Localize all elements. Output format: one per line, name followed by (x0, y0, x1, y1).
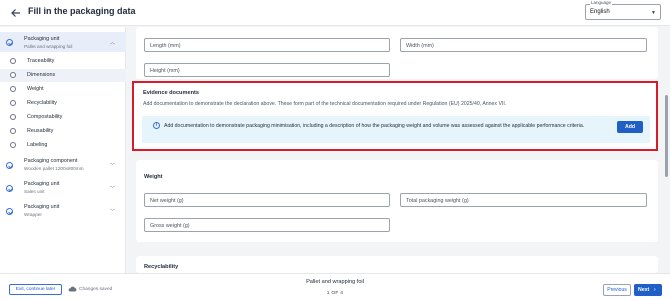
sidebar-group-subtitle: Wrapper (24, 212, 42, 217)
length-field[interactable]: Length (mm) (144, 38, 390, 52)
sidebar-item-label: Compostability (27, 114, 63, 120)
width-field[interactable]: Width (mm) (400, 38, 647, 52)
page-title: Fill in the packaging data (28, 6, 136, 16)
radio-icon (10, 86, 16, 92)
sidebar-item-label: Weight (27, 86, 44, 92)
sidebar-item-compostability[interactable]: Compostability (0, 111, 126, 124)
net-weight-label: Net weight (g) (150, 197, 184, 204)
evidence-info-text: Add documentation to demonstrate packagi… (164, 122, 585, 129)
net-weight-field[interactable]: Net weight (g) (144, 193, 390, 207)
main-scrollbar[interactable] (664, 27, 669, 273)
chevron-right-icon: › (654, 287, 656, 293)
sidebar-group-packaging-unit-sales[interactable]: Packaging unit Sales unit ﹀ (0, 178, 126, 198)
recyclability-title: Recyclability (144, 264, 179, 270)
caret-down-icon: ▼ (651, 10, 656, 16)
chevron-up-icon: ︿ (110, 40, 116, 46)
back-arrow-icon[interactable] (10, 7, 22, 19)
sidebar-item-weight[interactable]: Weight (0, 83, 126, 96)
radio-icon (10, 58, 16, 64)
sidebar-item-label: Reusability (27, 128, 54, 134)
sidebar-group-subtitle: Pallet and wrapping foil (24, 44, 73, 49)
radio-icon (10, 72, 16, 78)
sidebar-group-subtitle: Wooden pallet 1200x800mm (24, 166, 84, 171)
sidebar-group-title: Packaging unit (24, 204, 60, 210)
language-value: English (590, 9, 610, 15)
sidebar-group-packaging-component[interactable]: Packaging component Wooden pallet 1200x8… (0, 155, 126, 175)
total-packaging-weight-field[interactable]: Total packaging weight (g) (400, 193, 647, 207)
footer-pager: 1 OF 4 (326, 291, 344, 296)
dimensions-card: Length (mm) Width (mm) Height (mm) (136, 27, 658, 79)
evidence-documents-section: Evidence documents Add documentation to … (132, 81, 658, 151)
recyclability-card: Recyclability (136, 256, 658, 273)
weight-card: Weight Net weight (g) Total packaging we… (136, 160, 658, 242)
evidence-title: Evidence documents (143, 90, 199, 96)
check-circle-icon (6, 162, 13, 169)
language-label: Language (590, 0, 613, 5)
sidebar-group-packaging-unit-pallet[interactable]: Packaging unit Pallet and wrapping foil … (0, 32, 126, 52)
chevron-down-icon: ﹀ (110, 209, 116, 215)
height-label: Height (mm) (150, 67, 180, 74)
sidebar-group-title: Packaging component (24, 158, 78, 164)
chevron-down-icon: ﹀ (110, 163, 116, 169)
evidence-description: Add documentation to demonstrate the dec… (143, 101, 507, 107)
sidebar-item-label: Dimensions (27, 72, 56, 78)
sidebar-item-label: Traceability (27, 58, 55, 64)
radio-icon (10, 128, 16, 134)
next-button[interactable]: Next › (634, 284, 662, 296)
add-evidence-button[interactable]: Add (617, 121, 643, 133)
previous-button[interactable]: Previous (603, 284, 631, 296)
weight-title: Weight (144, 174, 163, 180)
top-bar: Fill in the packaging data Language Engl… (0, 0, 670, 26)
sidebar-item-traceability[interactable]: Traceability (0, 55, 126, 68)
footer-package-name: Pallet and wrapping foil (306, 279, 364, 285)
sidebar-item-label: Labeling (27, 142, 48, 148)
length-label: Length (mm) (150, 42, 181, 49)
gross-weight-label: Gross weight (g) (150, 222, 190, 229)
evidence-info-banner: i Add documentation to demonstrate packa… (142, 116, 650, 143)
sidebar-item-reusability[interactable]: Reusability (0, 125, 126, 138)
sidebar-item-label: Recyclability (27, 100, 57, 106)
total-packaging-weight-label: Total packaging weight (g) (406, 197, 469, 204)
sidebar-item-recyclability[interactable]: Recyclability (0, 97, 126, 110)
radio-icon (10, 142, 16, 148)
bottom-bar: Exit, continue later Changes saved Palle… (0, 273, 670, 300)
sidebar-item-labeling[interactable]: Labeling (0, 139, 126, 152)
gross-weight-field[interactable]: Gross weight (g) (144, 218, 390, 232)
width-label: Width (mm) (406, 42, 434, 49)
check-circle-icon (6, 208, 13, 215)
radio-icon (10, 100, 16, 106)
language-select[interactable]: Language English ▼ (585, 0, 661, 20)
next-button-label: Next (638, 287, 650, 293)
sidebar-group-packaging-unit-wrapper[interactable]: Packaging unit Wrapper ﹀ (0, 201, 126, 221)
check-circle-icon (6, 39, 13, 46)
sidebar-group-title: Packaging unit (24, 181, 60, 187)
scrollbar-thumb[interactable] (665, 95, 668, 177)
sidebar-item-dimensions[interactable]: Dimensions (0, 69, 126, 82)
check-circle-icon (6, 185, 13, 192)
sidebar-group-title: Packaging unit (24, 36, 60, 42)
info-icon: i (153, 122, 160, 129)
sidebar-group-subtitle: Sales unit (24, 189, 45, 194)
sidebar: Packaging unit Pallet and wrapping foil … (0, 27, 126, 273)
chevron-down-icon: ﹀ (110, 186, 116, 192)
height-field[interactable]: Height (mm) (144, 63, 390, 77)
radio-icon (10, 114, 16, 120)
